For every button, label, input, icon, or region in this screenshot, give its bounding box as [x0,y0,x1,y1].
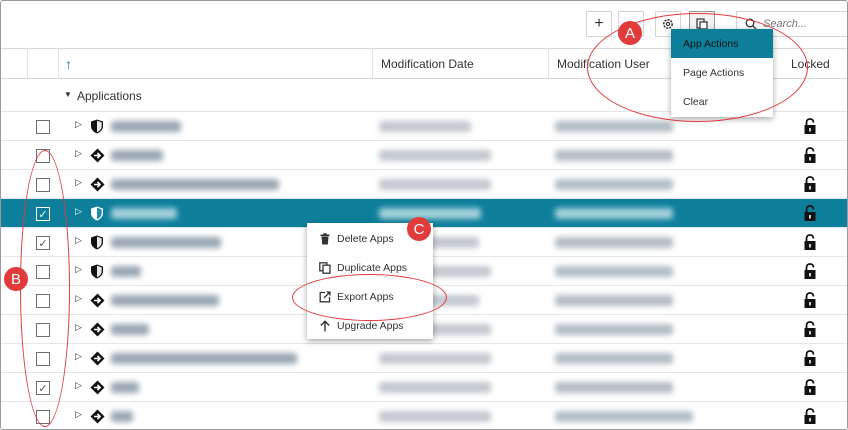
lock-icon[interactable] [803,234,817,251]
menu-item-label: Duplicate Apps [337,261,408,274]
lock-icon[interactable] [803,321,817,338]
lock-icon[interactable] [803,205,817,222]
group-label: Applications [77,89,142,103]
modification-date-redacted [379,150,491,161]
app-name-redacted [111,179,279,190]
expand-icon[interactable]: ▷ [75,206,82,217]
annotation-badge-a: A [618,21,642,45]
app-name-redacted [111,121,181,132]
app-name-redacted [111,295,219,306]
diamond-arrow-icon [90,322,105,337]
expand-icon[interactable]: ▷ [75,235,82,246]
modification-user-redacted [555,295,673,306]
annotation-ellipse-b [20,150,70,427]
lock-icon[interactable] [803,176,817,193]
app-name-redacted [111,353,297,364]
lock-icon[interactable] [803,263,817,280]
diamond-arrow-icon [90,177,105,192]
annotation-badge-c: C [407,217,431,241]
app-name-redacted [111,411,133,422]
table-row[interactable]: ▷ [1,170,847,199]
app-name-redacted [111,208,177,219]
lock-icon[interactable] [803,147,817,164]
modification-date-redacted [379,121,471,132]
modification-user-redacted [555,382,673,393]
lock-icon[interactable] [803,118,817,135]
collapse-icon[interactable]: ▼ [64,90,72,99]
expand-icon[interactable]: ▷ [75,177,82,188]
diamond-arrow-icon [90,409,105,424]
app-name-redacted [111,324,149,335]
table-row[interactable]: ✓ ▷ [1,373,847,402]
duplicate-icon [319,261,331,274]
modification-date-redacted [379,208,481,219]
modification-user-redacted [555,121,673,132]
column-header-modification-date[interactable]: Modification Date [381,49,474,79]
menu-item-label: Upgrade Apps [337,319,404,332]
lock-icon[interactable] [803,379,817,396]
modification-user-redacted [555,237,673,248]
modification-user-redacted [555,324,673,335]
shield-icon [90,206,104,221]
modification-user-redacted [555,208,673,219]
annotation-ellipse-c [292,274,447,321]
table-row[interactable]: ▷ [1,344,847,373]
diamond-arrow-icon [90,351,105,366]
lock-icon[interactable] [803,350,817,367]
expand-icon[interactable]: ▷ [75,119,82,130]
modification-user-redacted [555,179,673,190]
lock-icon[interactable] [803,408,817,425]
modification-user-redacted [555,150,673,161]
shield-icon [90,235,104,250]
expand-icon[interactable]: ▷ [75,409,82,420]
add-button[interactable]: + [586,11,612,37]
expand-icon[interactable]: ▷ [75,293,82,304]
diamond-arrow-icon [90,380,105,395]
table-row[interactable]: ▷ [1,141,847,170]
modification-user-redacted [555,266,673,277]
upload-arrow-icon [320,319,330,331]
diamond-arrow-icon [90,293,105,308]
lock-icon[interactable] [803,292,817,309]
diamond-arrow-icon [90,148,105,163]
row-checkbox[interactable] [36,120,50,134]
app-name-redacted [111,266,141,277]
shield-icon [90,119,104,134]
table-row[interactable]: ▷ [1,402,847,429]
app-name-redacted [111,237,221,248]
expand-icon[interactable]: ▷ [75,264,82,275]
expand-icon[interactable]: ▷ [75,351,82,362]
expand-icon[interactable]: ▷ [75,380,82,391]
modification-date-redacted [379,353,491,364]
modification-date-redacted [379,382,491,393]
modification-user-redacted [555,411,693,422]
modification-date-redacted [379,179,491,190]
trash-icon [320,232,330,244]
app-name-redacted [111,150,163,161]
app-grid-window: + ↑ Modification Date Modification [0,0,848,430]
sort-ascending-icon[interactable]: ↑ [65,49,72,79]
plus-icon: + [594,15,604,32]
expand-icon[interactable]: ▷ [75,148,82,159]
menu-item-label: Delete Apps [337,232,394,245]
app-name-redacted [111,382,139,393]
annotation-badge-b: B [4,267,28,291]
modification-user-redacted [555,353,673,364]
shield-icon [90,264,104,279]
expand-icon[interactable]: ▷ [75,322,82,333]
modification-date-redacted [379,411,491,422]
